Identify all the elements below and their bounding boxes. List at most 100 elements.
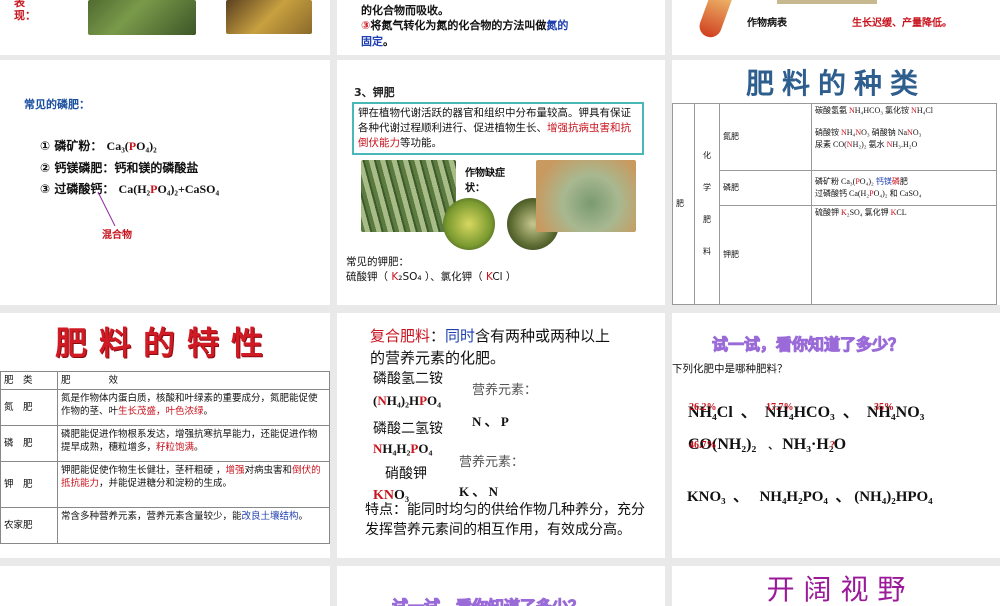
fertilizer-properties-table: 肥 类 肥 效 氮 肥氮是作物体内蛋白质，核酸和叶绿素的重要成分，氮肥能促使作物… — [0, 371, 330, 544]
text-run: 。 — [383, 35, 394, 48]
text-run: 。 — [298, 511, 309, 522]
text-run: P — [419, 393, 428, 408]
slide-thumbnail-7[interactable]: 肥料的特性 肥 类 肥 效 氮 肥氮是作物体内蛋白质，核酸和叶绿素的重要成分，氮… — [0, 313, 330, 558]
text-run: 钾肥能促使作物生长健壮，茎秆粗硬 ， — [61, 465, 226, 476]
text-run: H₄H₂ — [382, 441, 411, 456]
nutrient-elements: K 、 N — [459, 484, 499, 499]
effect-cell: 氮是作物体内蛋白质，核酸和叶绿素的重要成分，氮肥能促使作物的茎、叶生长茂盛，叶色… — [57, 389, 330, 426]
formula: NH₃·H₂O — [782, 436, 847, 453]
text-run: O₄)₂+CaSO₄ — [157, 182, 220, 196]
cabbage-photo — [536, 160, 636, 232]
text-run: ③ — [361, 19, 371, 32]
slide-thumbnail-9[interactable]: 试一试，看你知道了多少？ 下列化肥中是哪种肥料？ NH₄Cl 、 NH₄HCO₃… — [672, 313, 1000, 558]
list-item: ① 磷矿粉： Ca₃(PO₄)₂ — [40, 137, 157, 154]
slide-title: 试一试，看你知道了多少？ — [711, 335, 905, 355]
text-run: 尿素 CO( — [815, 140, 847, 149]
slide-title: 肥料的特性 — [54, 324, 275, 362]
slide-thumbnail-2[interactable]: 的化合物而吸收。 ③将氮气转化为氮的化合物的方法叫做氮的固定。 — [337, 0, 665, 55]
text-run: O₄)₂ — [136, 139, 157, 153]
text-line: ③将氮气转化为氮的化合物的方法叫做氮的固定。 — [361, 18, 571, 50]
text-run: ，并能促进糖分和淀粉的生成。 — [99, 478, 233, 489]
text-run: 。 — [194, 442, 204, 453]
text-run: H₃.H₂O — [892, 140, 918, 149]
slide-label: 表现： — [14, 0, 36, 22]
effect-text: 生长迟缓、产量降低。 — [852, 18, 952, 29]
compound-name: 磷酸氢二铵 — [373, 371, 443, 387]
percent: 46.7% — [689, 440, 717, 451]
example-line: 碳酸氢氨 NH₄HCO₃ 氯化铵 NH₄Cl — [815, 105, 993, 117]
list-item: ③ 过磷酸钙： Ca(H₂PO₄)₂+CaSO₄ — [40, 180, 219, 197]
text-run: 同时 — [445, 327, 476, 345]
text-run: 等功能。 — [400, 137, 442, 149]
text-run: 常含多种营养元素，营养元素含量较少，能 — [61, 511, 242, 522]
text-run: H₄Cl — [916, 106, 933, 115]
text-run: 改良土壤结构 — [241, 511, 299, 522]
text-run: H₂)₂ 氨水 — [852, 140, 887, 149]
text-run: 磷矿粉 Ca₃( — [815, 177, 856, 186]
type-cell: 磷 肥 — [0, 425, 58, 462]
text-line: 的化合物而吸收。 — [361, 4, 449, 17]
separator: 、 — [835, 489, 851, 505]
nitrogen-deficient-crop-photo — [88, 0, 196, 35]
text-run: O₃ 硝酸钠 Na — [861, 128, 908, 137]
slide-thumbnail-11[interactable]: 试一试，看你知道了多少？ — [337, 566, 665, 606]
common-label: 常见的钾肥： — [346, 256, 409, 268]
type-cell: 钾 肥 — [0, 461, 58, 508]
root-cell: 肥 — [672, 103, 695, 305]
effect-cell: 钾肥能促使作物生长健壮，茎秆粗硬 ，增强对病虫害和倒伏的抵抗能力，并能促进糖分和… — [57, 461, 330, 508]
chemical-cell: 化 学 肥 料 — [694, 103, 720, 305]
formula: (NH₄)₂HPO₄ — [854, 489, 933, 505]
type-cell: 氮肥 — [719, 103, 812, 171]
chem-char: 化 — [703, 151, 711, 160]
text-run: O₄ — [418, 441, 433, 456]
slide-thumbnail-10[interactable] — [0, 566, 330, 606]
text-run: 硝酸铵 — [815, 128, 841, 137]
text-run: 肥 — [899, 177, 908, 186]
text-run: O₄)₂ 和 CaSO₄ — [873, 189, 922, 198]
slide-title: 3、钾肥 — [354, 86, 395, 99]
slide-thumbnail-12[interactable]: 开 阔 视 野 — [672, 566, 1000, 606]
text-run: ① 磷矿粉： — [40, 139, 107, 153]
percent: 35% — [874, 402, 894, 413]
text-run: 碳酸氢氨 — [815, 106, 849, 115]
separator: 、 — [733, 489, 749, 505]
slide-title: 常见的磷肥： — [24, 98, 90, 111]
text-run: 生长茂盛，叶色浓绿 — [118, 406, 204, 417]
leaf-photo — [443, 198, 495, 250]
text-run: 过磷酸钙 Ca(H₂ — [815, 189, 870, 198]
example-line: 尿素 CO(NH₂)₂ 氨水 NH₃.H₂O — [815, 139, 993, 151]
slide-thumbnail-3[interactable]: 作物病表 生长迟缓、产量降低。 — [672, 0, 1000, 55]
feature-text: 特点：能同时均匀的供给作物几种养分，充分发挥营养元素间的相互作用，有效成分高。 — [365, 502, 645, 538]
text-run: N — [373, 441, 383, 456]
examples-cell: 磷矿粉 Ca₃(PO₄)₂ 钙镁磷肥 过磷酸钙 Ca(H₂PO₄)₂ 和 CaS… — [811, 170, 997, 206]
slide-thumbnail-6[interactable]: 肥料的种类 肥 化 学 肥 料 氮肥 碳酸氢氨 NH₄HCO₃ 氯化铵 NH₄C… — [672, 60, 1000, 305]
grass-photo — [361, 160, 456, 232]
yellow-leaf-photo — [226, 0, 312, 34]
formula-row-3: KNO₃ 、 NH₄H₂PO₄ 、 (NH₄)₂HPO₄ — [672, 468, 933, 523]
compound-formula: (NH₄)₂HPO₄ — [373, 393, 441, 409]
text-run: 增强 — [225, 465, 245, 476]
compound-name: 磷酸二氢铵 — [373, 421, 443, 437]
slide-thumbnail-5[interactable]: 3、钾肥 钾在植物代谢活跃的器官和组织中分布量较高。钾具有保证各种代谢过程顺利进… — [337, 60, 665, 305]
list-item: ② 钙镁磷肥：钙和镁的磷酸盐 — [40, 159, 198, 176]
nutrient-label: 营养元素： — [472, 382, 538, 397]
examples-cell: 硫酸钾 K₂SO₄ 氯化钾 KCL — [811, 205, 997, 305]
separator: 、 — [768, 441, 779, 452]
slide-title: 开 阔 视 野 — [766, 573, 906, 606]
text-run: O₃ — [912, 128, 922, 137]
text-run: 钙镁 — [875, 177, 892, 186]
text-run: 磷 — [891, 177, 900, 186]
compound-formula: NH₄H₂PO₄ — [373, 441, 432, 457]
intro-text: 复合肥料：同时含有两种或两种以上的营养元素的化肥。 — [370, 325, 615, 369]
header-effect: 肥 效 — [57, 371, 330, 390]
text-run: N — [377, 393, 387, 408]
photo-strip — [777, 0, 877, 4]
percent: 26.2% — [689, 402, 717, 413]
slide-thumbnail-8[interactable]: 复合肥料：同时含有两种或两种以上的营养元素的化肥。 磷酸氢二铵 (NH₄)₂HP… — [337, 313, 665, 558]
slide-thumbnail-4[interactable]: 常见的磷肥： ① 磷矿粉： Ca₃(PO₄)₂ ② 钙镁磷肥：钙和镁的磷酸盐 ③… — [0, 60, 330, 305]
text-run: ₂SO₄ 氯化钾 — [846, 208, 891, 217]
text-run: 。 — [203, 406, 214, 417]
slide-thumbnail-1[interactable]: 表现： — [0, 0, 330, 55]
example-line: 硫酸钾 K₂SO₄ 氯化钾 KCL — [815, 207, 993, 219]
nutrient-elements: N 、 P — [472, 414, 509, 429]
